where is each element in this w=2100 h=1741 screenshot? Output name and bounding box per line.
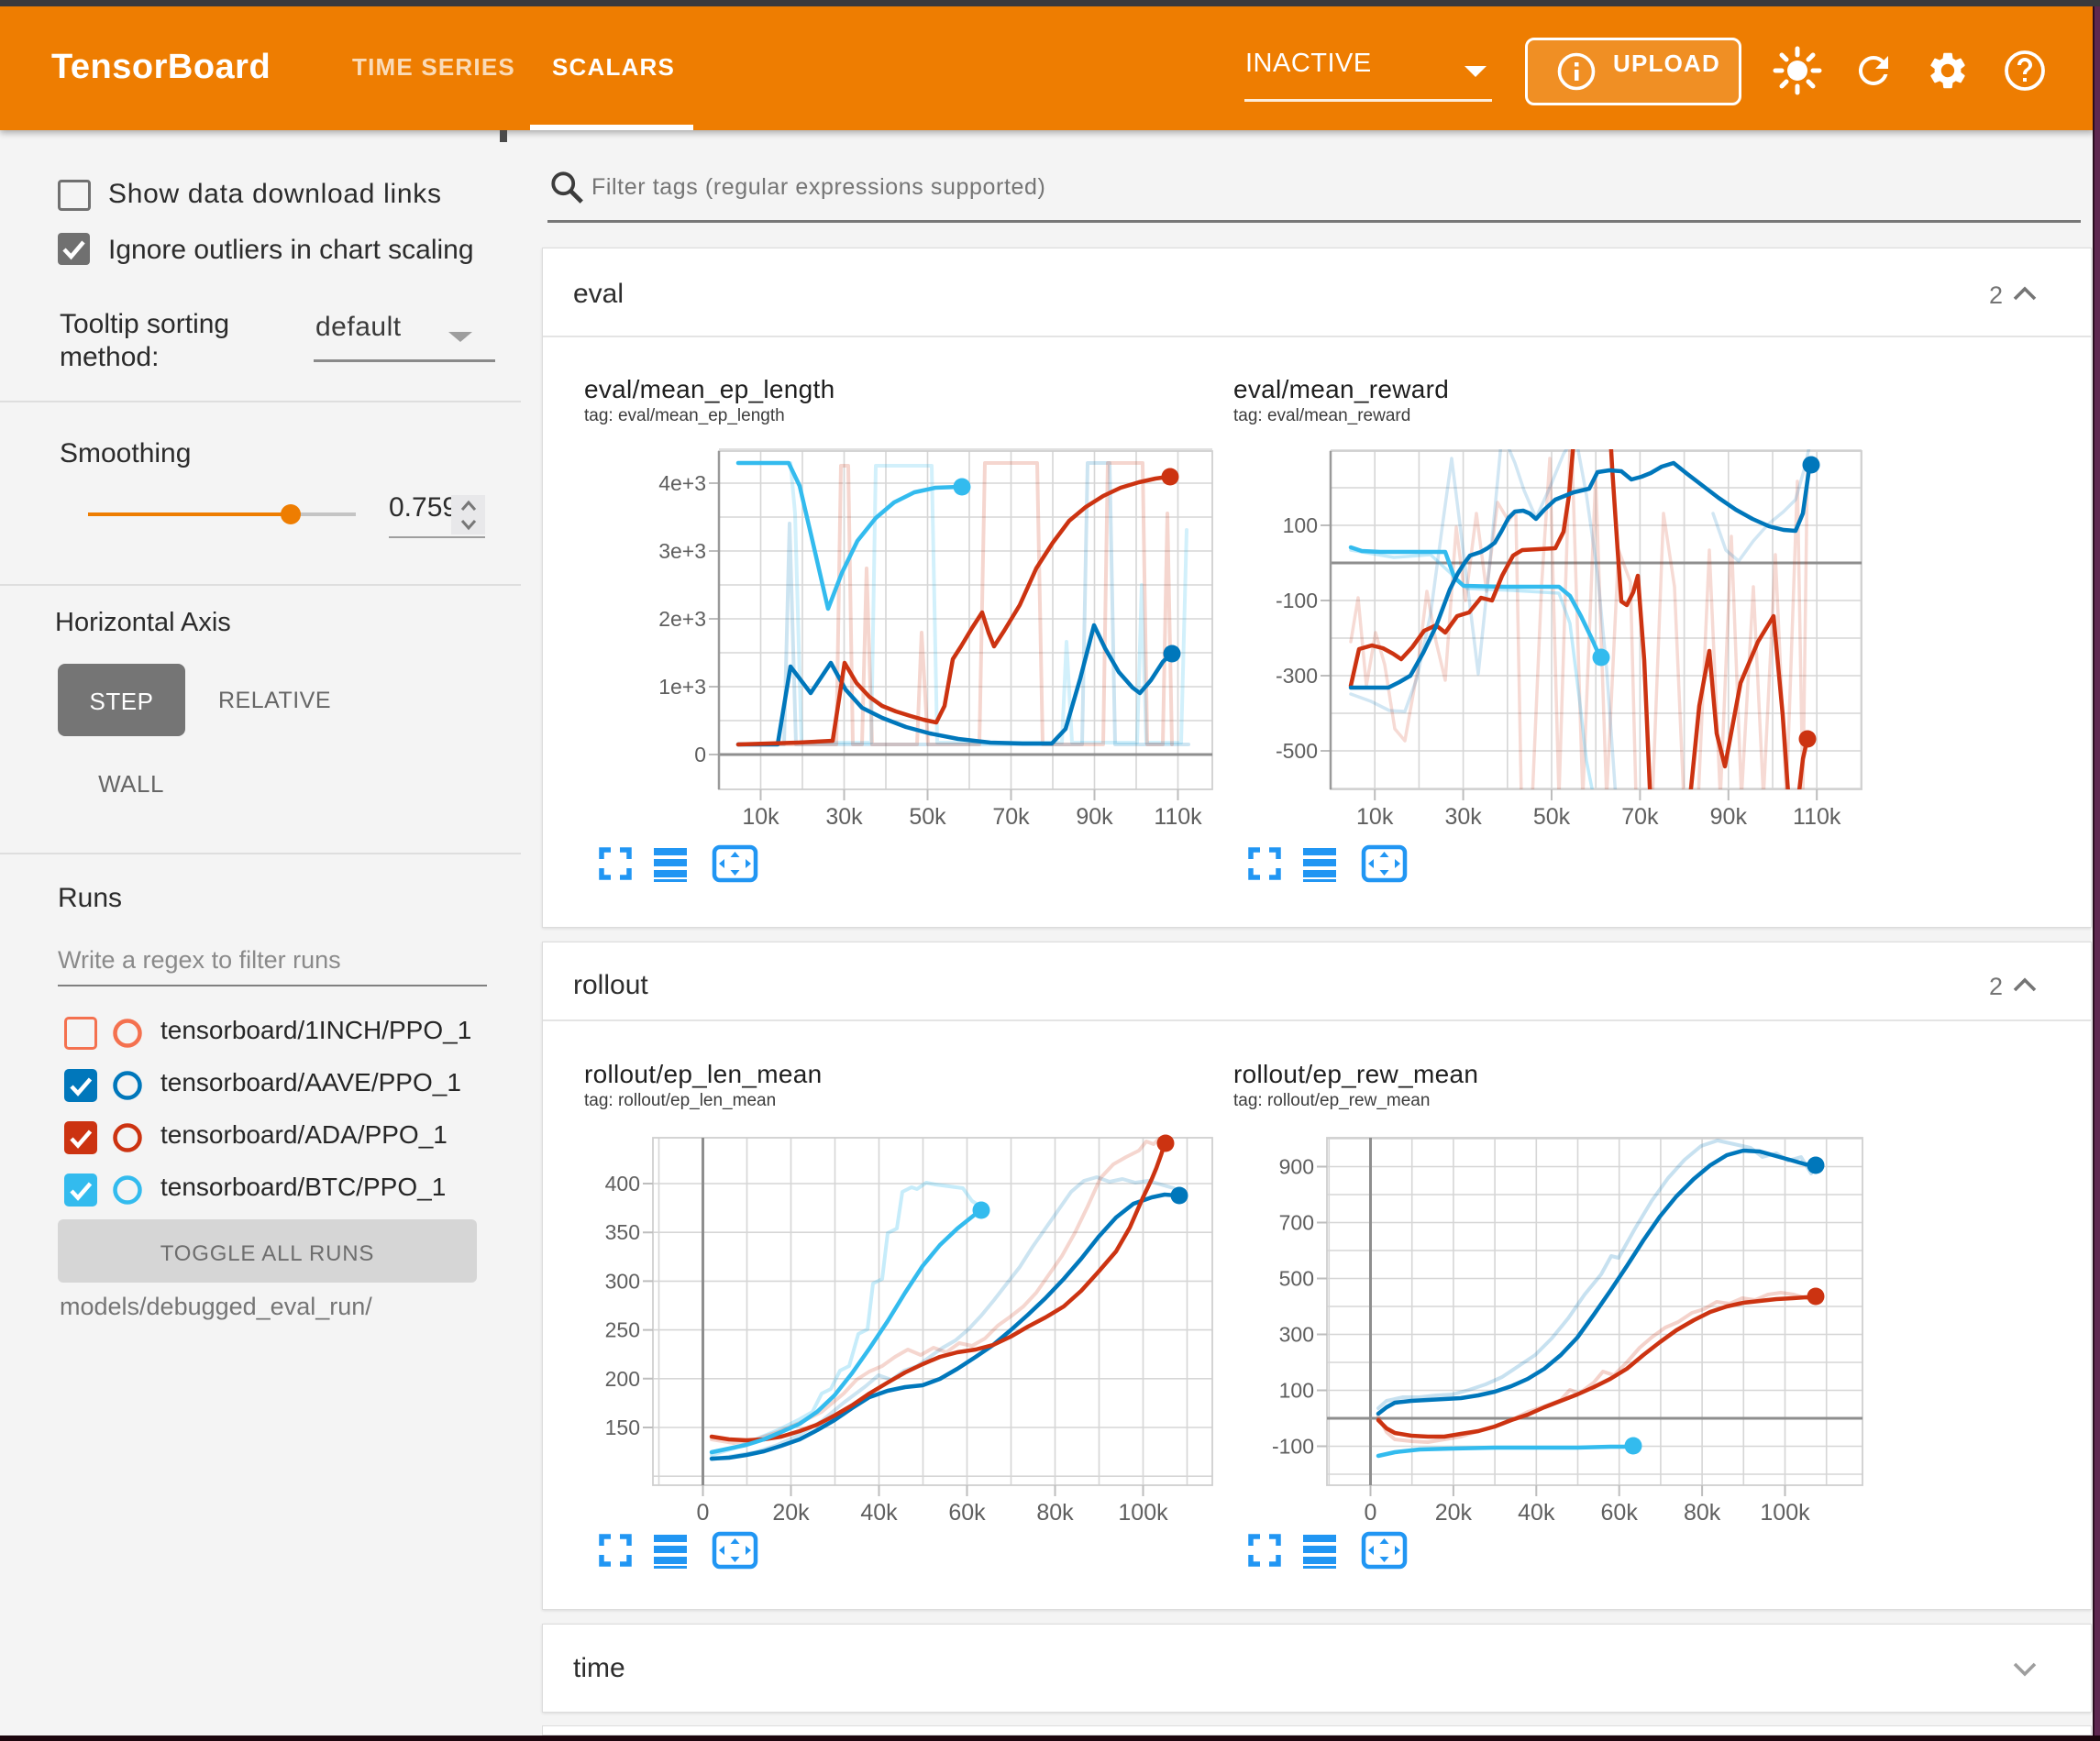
svg-text:80k: 80k (1684, 1500, 1721, 1526)
svg-text:30k: 30k (1444, 804, 1482, 830)
svg-text:20k: 20k (1435, 1500, 1473, 1526)
svg-text:100: 100 (1279, 1379, 1314, 1403)
svg-text:2e+3: 2e+3 (658, 607, 706, 631)
svg-text:30k: 30k (825, 804, 863, 830)
svg-text:70k: 70k (1621, 804, 1659, 830)
svg-text:1e+3: 1e+3 (658, 675, 706, 699)
svg-text:0: 0 (694, 743, 706, 766)
svg-text:10k: 10k (1356, 804, 1394, 830)
svg-text:3e+3: 3e+3 (658, 539, 706, 563)
svg-text:50k: 50k (1533, 804, 1571, 830)
svg-text:110k: 110k (1154, 804, 1202, 830)
svg-text:90k: 90k (1710, 804, 1748, 830)
svg-text:60k: 60k (948, 1500, 986, 1526)
svg-text:-500: -500 (1276, 739, 1318, 763)
svg-text:50k: 50k (909, 804, 946, 830)
svg-text:100k: 100k (1760, 1500, 1810, 1526)
svg-text:250: 250 (605, 1318, 640, 1342)
svg-text:350: 350 (605, 1220, 640, 1244)
svg-text:40k: 40k (860, 1500, 898, 1526)
svg-text:500: 500 (1279, 1267, 1314, 1291)
svg-text:60k: 60k (1601, 1500, 1639, 1526)
svg-text:90k: 90k (1076, 804, 1113, 830)
svg-text:-100: -100 (1272, 1435, 1314, 1459)
svg-text:900: 900 (1279, 1155, 1314, 1179)
svg-text:0: 0 (697, 1500, 710, 1526)
svg-text:110k: 110k (1793, 804, 1841, 830)
svg-text:150: 150 (605, 1416, 640, 1439)
svg-text:100k: 100k (1118, 1500, 1168, 1526)
svg-text:400: 400 (605, 1172, 640, 1196)
svg-text:20k: 20k (772, 1500, 810, 1526)
svg-text:40k: 40k (1518, 1500, 1555, 1526)
svg-text:300: 300 (605, 1269, 640, 1293)
svg-text:80k: 80k (1036, 1500, 1074, 1526)
svg-text:300: 300 (1279, 1323, 1314, 1347)
svg-text:4e+3: 4e+3 (658, 471, 706, 495)
svg-text:700: 700 (1279, 1211, 1314, 1235)
svg-text:10k: 10k (742, 804, 779, 830)
svg-text:100: 100 (1283, 513, 1318, 537)
svg-text:-300: -300 (1276, 664, 1318, 688)
svg-text:-100: -100 (1276, 589, 1318, 612)
svg-text:70k: 70k (992, 804, 1030, 830)
svg-text:200: 200 (605, 1367, 640, 1391)
svg-text:0: 0 (1365, 1500, 1377, 1526)
